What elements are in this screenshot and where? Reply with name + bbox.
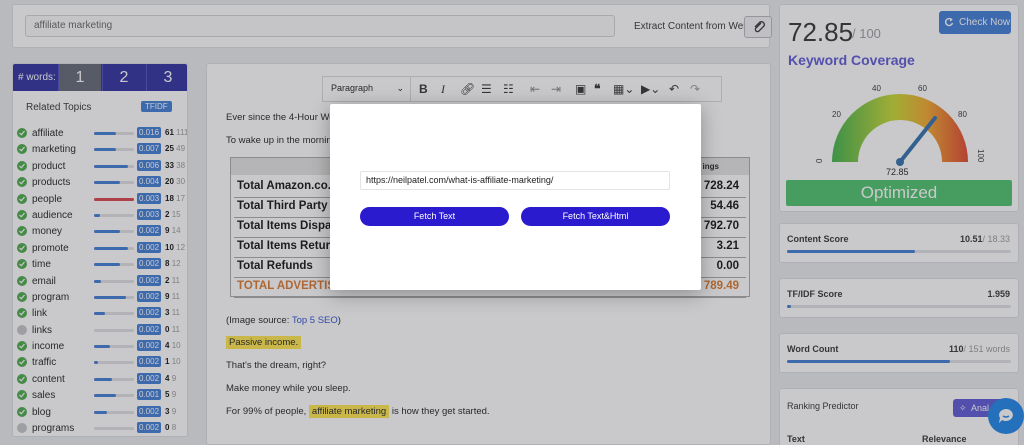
fetch-modal: https://neilpatel.com/what-is-affiliate-…	[330, 104, 701, 290]
fetch-text-button[interactable]: Fetch Text	[360, 207, 509, 226]
url-input[interactable]: https://neilpatel.com/what-is-affiliate-…	[360, 171, 670, 190]
fetch-text-html-button[interactable]: Fetch Text&Html	[521, 207, 670, 226]
